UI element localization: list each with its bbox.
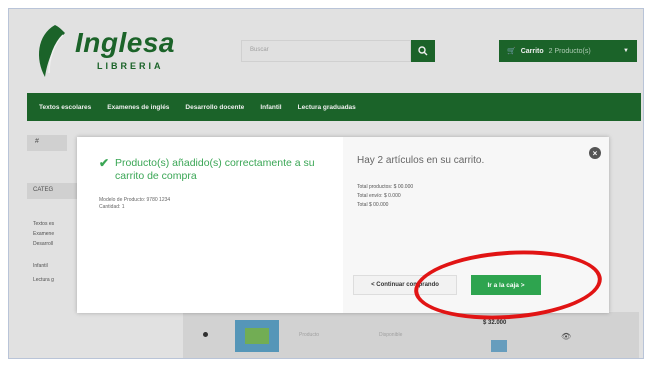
modal-left-pane: ✔ Producto(s) añadido(s) correctamente a…	[77, 137, 343, 313]
product-info: Modelo de Producto: 9780 1234 Cantidad: …	[99, 197, 170, 211]
store-page: Inglesa LIBRERIA Buscar 🛒 Carrito 2 Prod…	[9, 9, 643, 358]
total-products: Total productos: $ 00.000	[357, 184, 414, 190]
total-amount: Total $ 00.000	[357, 202, 389, 208]
continue-shopping-button[interactable]: < Continuar comprando	[353, 275, 457, 295]
total-shipping: Total envío: $ 0.000	[357, 193, 401, 199]
cart-summary-title: Hay 2 artículos en su carrito.	[357, 155, 485, 166]
add-to-cart-modal: ✔ Producto(s) añadido(s) correctamente a…	[77, 137, 609, 313]
product-quantity: Cantidad: 1	[99, 204, 125, 210]
cart-totals: Total productos: $ 00.000 Total envío: $…	[357, 183, 413, 210]
close-icon[interactable]: ×	[589, 147, 601, 159]
success-message: ✔ Producto(s) añadido(s) correctamente a…	[99, 157, 329, 183]
product-model: Modelo de Producto: 9780 1234	[99, 197, 171, 203]
browser-frame: Inglesa LIBRERIA Buscar 🛒 Carrito 2 Prod…	[8, 8, 644, 359]
success-text: Producto(s) añadido(s) correctamente a s…	[115, 157, 315, 182]
modal-right-pane: Hay 2 artículos en su carrito. Total pro…	[343, 137, 609, 313]
checkmark-icon: ✔	[99, 156, 110, 170]
checkout-button[interactable]: Ir a la caja >	[471, 275, 541, 295]
